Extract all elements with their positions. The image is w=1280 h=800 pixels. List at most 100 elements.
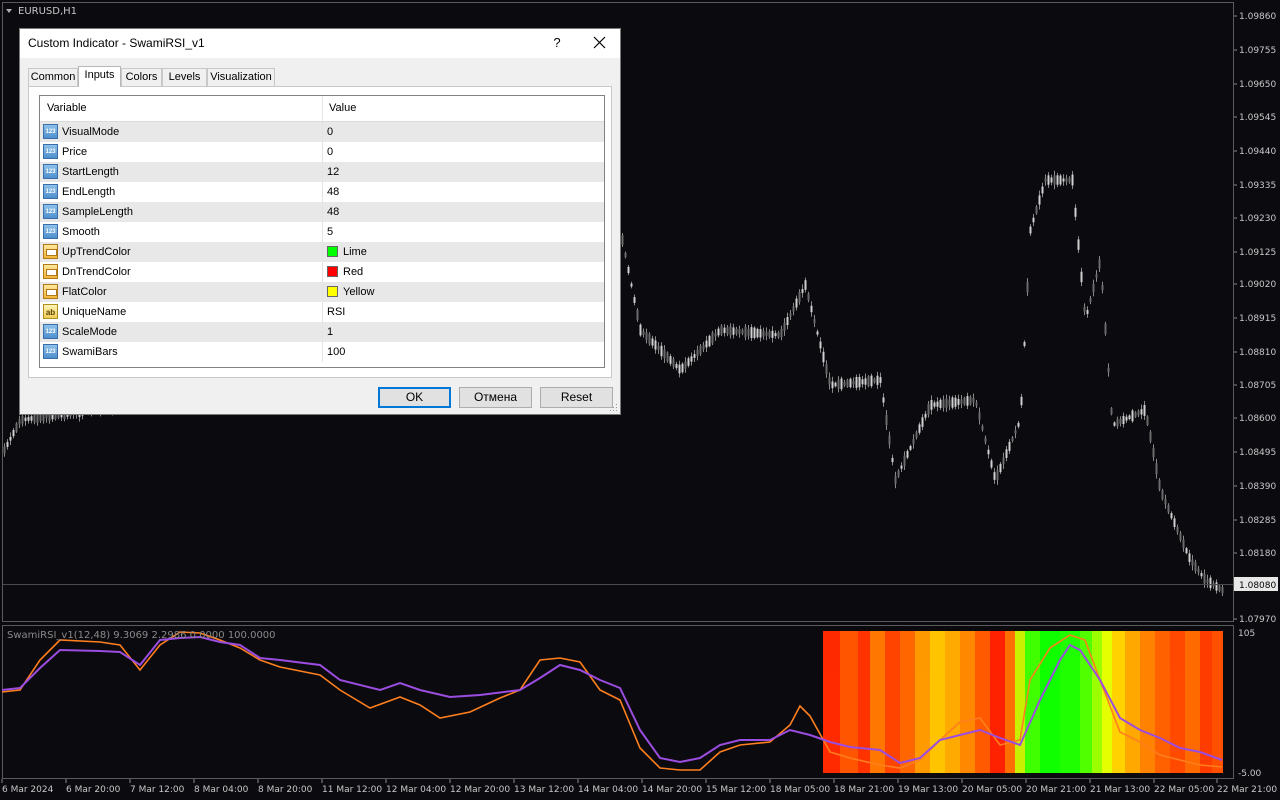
- grid-header: Variable Value: [40, 96, 604, 122]
- input-row-uptrendcolor[interactable]: UpTrendColor Lime: [40, 242, 604, 262]
- input-row-endlength[interactable]: 123 EndLength 48: [40, 182, 604, 202]
- input-value[interactable]: Yellow: [343, 282, 374, 302]
- color-swatch[interactable]: [327, 266, 338, 277]
- resize-grip-icon[interactable]: [610, 404, 618, 412]
- color-type-icon: [43, 284, 58, 299]
- input-value[interactable]: 5: [327, 222, 333, 242]
- custom-indicator-dialog: Custom Indicator - SwamiRSI_v1 ? Common …: [19, 28, 621, 415]
- input-value[interactable]: RSI: [327, 302, 345, 322]
- input-value[interactable]: 12: [327, 162, 339, 182]
- input-row-samplelength[interactable]: 123 SampleLength 48: [40, 202, 604, 222]
- time-tick-label: 19 Mar 13:00: [898, 785, 958, 795]
- price-tick-label: 1.09020: [1239, 280, 1276, 290]
- price-tick-label: 1.08600: [1239, 414, 1276, 424]
- input-value[interactable]: 100: [327, 342, 345, 362]
- tab-inputs[interactable]: Inputs: [78, 66, 121, 87]
- tab-colors[interactable]: Colors: [121, 68, 162, 86]
- price-tick-label: 1.09545: [1239, 113, 1276, 123]
- input-value[interactable]: 48: [327, 182, 339, 202]
- dialog-title: Custom Indicator - SwamiRSI_v1: [28, 36, 205, 50]
- time-tick-label: 11 Mar 12:00: [322, 785, 382, 795]
- integer-type-icon: 123: [43, 344, 58, 359]
- column-value[interactable]: Value: [329, 96, 356, 121]
- input-row-uniquename[interactable]: ab UniqueName RSI: [40, 302, 604, 322]
- reset-button[interactable]: Reset: [540, 387, 613, 408]
- input-row-price[interactable]: 123 Price 0: [40, 142, 604, 162]
- time-tick-label: 8 Mar 04:00: [194, 785, 249, 795]
- close-icon[interactable]: [588, 33, 610, 53]
- dialog-titlebar[interactable]: Custom Indicator - SwamiRSI_v1 ?: [20, 29, 620, 58]
- price-tick-label: 1.07970: [1239, 615, 1276, 625]
- help-button[interactable]: ?: [547, 33, 567, 53]
- ok-button[interactable]: OK: [378, 387, 451, 408]
- integer-type-icon: 123: [43, 224, 58, 239]
- inputs-panel: Variable Value 123 VisualMode 0 123 Price 0 12…: [28, 86, 612, 378]
- input-value[interactable]: 0: [327, 122, 333, 142]
- price-tick-label: 1.08390: [1239, 482, 1276, 492]
- price-tick-label: 1.08915: [1239, 314, 1276, 324]
- time-tick-label: 12 Mar 04:00: [386, 785, 446, 795]
- price-tick-label: 1.09440: [1239, 147, 1276, 157]
- input-name: ScaleMode: [62, 326, 118, 338]
- color-type-icon: [43, 264, 58, 279]
- input-name: UniqueName: [62, 306, 127, 318]
- input-name: StartLength: [62, 166, 119, 178]
- input-row-swamibars[interactable]: 123 SwamiBars 100: [40, 342, 604, 362]
- color-swatch[interactable]: [327, 286, 338, 297]
- input-row-startlength[interactable]: 123 StartLength 12: [40, 162, 604, 182]
- price-tick-label: 1.08495: [1239, 448, 1276, 458]
- time-tick-label: 15 Mar 12:00: [706, 785, 766, 795]
- integer-type-icon: 123: [43, 324, 58, 339]
- string-type-icon: ab: [43, 304, 58, 319]
- price-tick-label: 1.09335: [1239, 181, 1276, 191]
- time-tick-label: 6 Mar 2024: [2, 785, 54, 795]
- input-value[interactable]: 0: [327, 142, 333, 162]
- input-row-scalemode[interactable]: 123 ScaleMode 1: [40, 322, 604, 342]
- input-name: EndLength: [62, 186, 116, 198]
- tab-visualization[interactable]: Visualization: [207, 68, 275, 86]
- column-variable[interactable]: Variable: [47, 96, 87, 121]
- integer-type-icon: 123: [43, 184, 58, 199]
- input-value[interactable]: 48: [327, 202, 339, 222]
- time-tick-label: 7 Mar 12:00: [130, 785, 185, 795]
- time-tick-label: 20 Mar 21:00: [1026, 785, 1086, 795]
- color-type-icon: [43, 244, 58, 259]
- time-tick-label: 22 Mar 21:00: [1217, 785, 1277, 795]
- time-tick-label: 14 Mar 04:00: [578, 785, 638, 795]
- input-value[interactable]: Lime: [343, 242, 367, 262]
- inputs-grid: Variable Value 123 VisualMode 0 123 Price 0 12…: [39, 95, 605, 368]
- input-value[interactable]: 1: [327, 322, 333, 342]
- input-row-smooth[interactable]: 123 Smooth 5: [40, 222, 604, 242]
- time-tick-label: 6 Mar 20:00: [66, 785, 121, 795]
- price-tick-label: 1.08285: [1239, 516, 1276, 526]
- time-tick-label: 20 Mar 05:00: [962, 785, 1022, 795]
- time-tick-label: 18 Mar 21:00: [834, 785, 894, 795]
- price-tick-label: 1.09125: [1239, 248, 1276, 258]
- time-tick-label: 22 Mar 05:00: [1154, 785, 1214, 795]
- color-swatch[interactable]: [327, 246, 338, 257]
- price-tick-label: 1.09230: [1239, 214, 1276, 224]
- input-row-visualmode[interactable]: 123 VisualMode 0: [40, 122, 604, 142]
- input-name: UpTrendColor: [62, 246, 131, 258]
- time-tick-label: 21 Mar 13:00: [1090, 785, 1150, 795]
- input-name: Price: [62, 146, 88, 158]
- input-row-flatcolor[interactable]: FlatColor Yellow: [40, 282, 604, 302]
- price-tick-label: 1.09860: [1239, 12, 1276, 22]
- price-tick-label: 1.08180: [1239, 549, 1276, 559]
- input-name: SampleLength: [62, 206, 133, 218]
- indicator-scale-top: 105: [1238, 629, 1255, 639]
- symbol-label: EURUSD,H1: [18, 6, 77, 17]
- time-tick-label: 18 Mar 05:00: [770, 785, 830, 795]
- input-row-dntrendcolor[interactable]: DnTrendColor Red: [40, 262, 604, 282]
- time-tick-label: 14 Mar 20:00: [642, 785, 702, 795]
- input-value[interactable]: Red: [343, 262, 363, 282]
- current-price-label: 1.08080: [1239, 581, 1276, 591]
- time-tick-label: 13 Mar 12:00: [514, 785, 574, 795]
- tab-common[interactable]: Common: [28, 68, 78, 86]
- price-tick-label: 1.08810: [1239, 348, 1276, 358]
- input-name: Smooth: [62, 226, 100, 238]
- price-tick-label: 1.08705: [1239, 381, 1276, 391]
- cancel-button[interactable]: Отмена: [459, 387, 532, 408]
- tab-levels[interactable]: Levels: [162, 68, 207, 86]
- input-name: FlatColor: [62, 286, 107, 298]
